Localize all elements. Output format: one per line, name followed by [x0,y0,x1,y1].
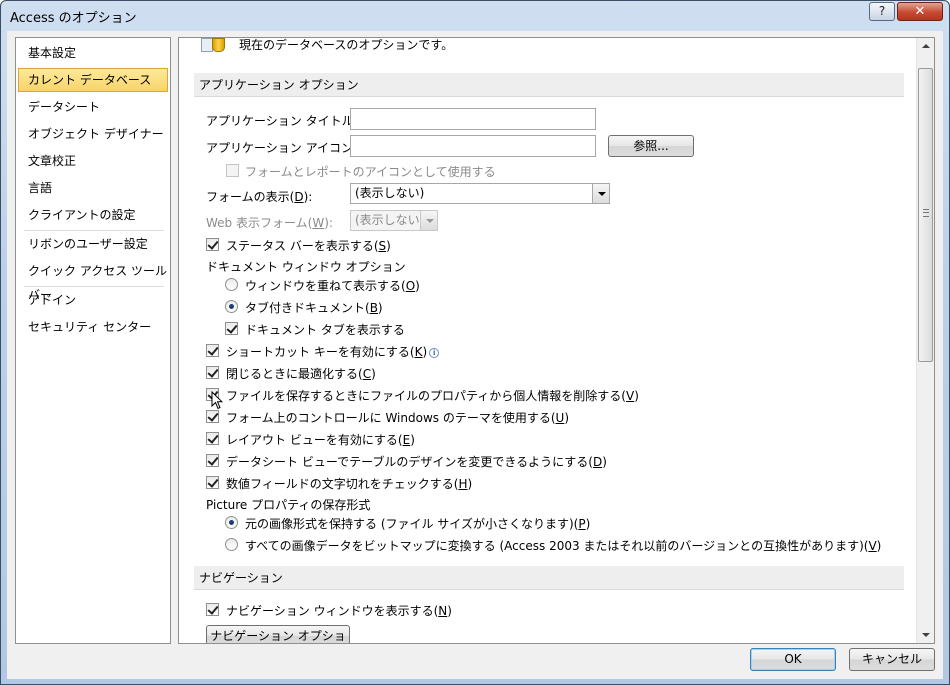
windows-themes-label: フォーム上のコントロールに Windows のテーマを使用する(U) [226,411,570,425]
preserve-image-format-label: 元の画像形式を保持する (ファイル サイズが小さくなります)(P) [245,517,591,531]
app-icon-input[interactable] [350,135,596,157]
dialog-client-area: 基本設定 カレント データベース データシート オブジェクト デザイナー 文章校… [7,31,943,679]
section-header-application-options: アプリケーション オプション [194,73,904,97]
web-display-form-select[interactable]: (表示しない) [350,210,438,231]
show-navigation-pane-label: ナビゲーション ウィンドウを表示する(N) [226,604,452,618]
compact-on-close-label: 閉じるときに最適化する(C) [226,367,376,381]
nav-item-object-designers[interactable]: オブジェクト デザイナー [18,122,168,146]
content-scrollbar[interactable] [916,38,934,643]
category-nav: 基本設定 カレント データベース データシート オブジェクト デザイナー 文章校… [15,37,171,644]
mouse-cursor-icon [211,391,223,410]
nav-separator [24,230,164,231]
remove-personal-info-label: ファイルを保存するときにファイルのプロパティから個人情報を削除する(V) [226,389,639,403]
scrollbar-thumb[interactable] [918,68,933,362]
nav-item-general[interactable]: 基本設定 [18,41,168,65]
doc-window-options-label: ドキュメント ウィンドウ オプション [206,260,406,274]
app-icon-label: アプリケーション アイコン(I): [206,141,370,155]
ok-button[interactable]: OK [750,648,836,671]
web-display-form-label: Web 表示フォーム(W): [206,216,333,230]
navigation-options-button[interactable]: ナビゲーション オプション... [206,625,350,643]
picture-format-label: Picture プロパティの保存形式 [206,498,371,512]
tabbed-documents-label: タブ付きドキュメント(B) [245,301,383,315]
nav-item-language[interactable]: 言語 [18,176,168,200]
overlapping-windows-label: ウィンドウを重ねて表示する(O) [245,279,420,293]
nav-item-client-settings[interactable]: クライアントの設定 [18,203,168,227]
show-document-tabs-checkbox[interactable] [225,322,238,335]
nav-item-customize-ribbon[interactable]: リボンのユーザー設定 [18,232,168,256]
preserve-image-format-radio[interactable] [225,516,238,529]
nav-separator [24,286,164,287]
layout-view-checkbox[interactable] [206,432,219,445]
windows-themes-checkbox[interactable] [206,410,219,423]
tabbed-documents-radio[interactable] [225,300,238,313]
datasheet-design-label: データシート ビューでテーブルのデザインを変更できるようにする(D) [226,455,607,469]
overlapping-windows-radio[interactable] [225,278,238,291]
help-button[interactable]: ? [869,2,895,21]
grip-icon [923,209,929,217]
options-content-panel: 現在のデータベースのオプションです。 アプリケーション オプション アプリケーシ… [178,37,935,644]
nav-item-quick-access-toolbar[interactable]: クイック アクセス ツール バー [18,259,168,302]
app-title-input[interactable] [350,108,596,130]
title-bar: Access のオプション ? ✕ [1,1,949,31]
shortcut-keys-checkbox[interactable] [206,344,219,357]
scroll-up-icon[interactable] [917,38,934,55]
convert-to-bitmap-label: すべての画像データをビットマップに変換する (Access 2003 またはそれ… [245,539,882,553]
display-form-select[interactable]: (表示しない) [350,183,610,204]
datasheet-design-checkbox[interactable] [206,454,219,467]
nav-item-proofing[interactable]: 文章校正 [18,149,168,173]
shortcut-keys-label: ショートカット キーを有効にする(K) i [226,343,440,360]
show-navigation-pane-checkbox[interactable] [206,603,219,616]
browse-button[interactable]: 参照... [608,135,694,157]
info-icon[interactable]: i [429,348,440,358]
nav-item-datasheet[interactable]: データシート [18,95,168,119]
display-form-label: フォームの表示(D): [206,190,313,204]
truncated-fields-checkbox[interactable] [206,476,219,489]
nav-item-current-database[interactable]: カレント データベース [18,68,168,92]
convert-to-bitmap-radio[interactable] [225,538,238,551]
status-bar-label: ステータス バーを表示する(S) [226,239,391,253]
icon-for-forms-checkbox[interactable] [226,164,239,177]
status-bar-checkbox[interactable] [206,238,219,251]
chevron-down-icon [592,184,609,203]
compact-on-close-checkbox[interactable] [206,366,219,379]
nav-item-add-ins[interactable]: アドイン [18,288,168,312]
intro-text: 現在のデータベースのオプションです。 [239,38,454,52]
icon-for-forms-label: フォームとレポートのアイコンとして使用する [245,165,496,179]
section-header-navigation: ナビゲーション [194,566,904,590]
truncated-fields-label: 数値フィールドの文字切れをチェックする(H) [226,477,473,491]
scroll-down-icon[interactable] [917,626,934,643]
access-options-dialog: Access のオプション ? ✕ 基本設定 カレント データベース データシー… [0,0,950,685]
layout-view-label: レイアウト ビューを有効にする(E) [226,433,415,447]
show-document-tabs-label: ドキュメント タブを表示する [245,323,405,337]
cancel-button[interactable]: キャンセル [849,648,935,671]
window-title: Access のオプション [10,11,137,26]
database-icon [201,38,227,52]
close-button[interactable]: ✕ [897,2,943,21]
nav-item-trust-center[interactable]: セキュリティ センター [18,315,168,339]
chevron-down-icon [420,211,437,230]
